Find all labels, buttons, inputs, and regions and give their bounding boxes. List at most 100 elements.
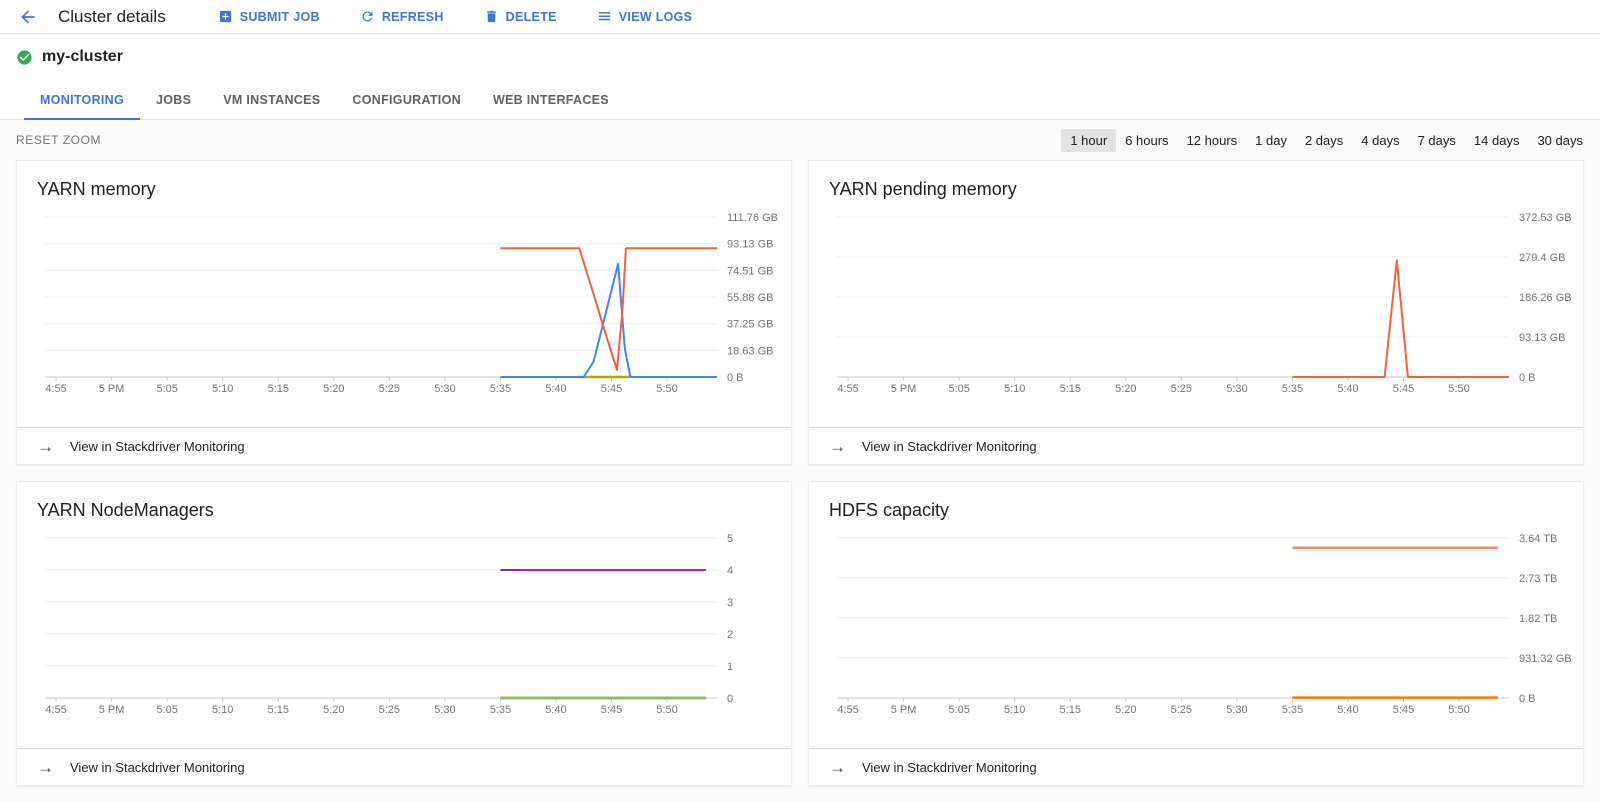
svg-text:4:55: 4:55 xyxy=(45,704,66,716)
svg-text:5:15: 5:15 xyxy=(1060,383,1081,395)
range-12-hours[interactable]: 12 hours xyxy=(1178,129,1247,152)
svg-text:5:45: 5:45 xyxy=(601,383,622,395)
svg-text:5:05: 5:05 xyxy=(156,383,177,395)
chart-card-yarn-memory: YARN memory111.76 GB93.13 GB74.51 GB55.8… xyxy=(16,160,792,465)
svg-text:5 PM: 5 PM xyxy=(891,383,917,395)
plus-square-icon xyxy=(218,9,233,24)
range-14-days[interactable]: 14 days xyxy=(1465,129,1529,152)
chart-title: YARN pending memory xyxy=(809,161,1583,203)
range-1-day[interactable]: 1 day xyxy=(1246,129,1296,152)
svg-text:5:20: 5:20 xyxy=(1115,704,1136,716)
cluster-name: my-cluster xyxy=(42,48,123,66)
range-4-days[interactable]: 4 days xyxy=(1352,129,1408,152)
page-title: Cluster details xyxy=(58,7,166,27)
stackdriver-link[interactable]: →View in Stackdriver Monitoring xyxy=(17,748,791,785)
arrow-right-icon: → xyxy=(829,438,846,455)
chart-canvas[interactable]: 5432104:555 PM5:055:105:155:205:255:305:… xyxy=(17,524,791,724)
svg-text:5:10: 5:10 xyxy=(1004,383,1025,395)
svg-text:0 B: 0 B xyxy=(1519,693,1536,705)
range-2-days[interactable]: 2 days xyxy=(1296,129,1352,152)
chart-canvas[interactable]: 111.76 GB93.13 GB74.51 GB55.88 GB37.25 G… xyxy=(17,203,791,403)
svg-text:5:20: 5:20 xyxy=(323,383,344,395)
svg-text:5:05: 5:05 xyxy=(948,704,969,716)
action-label: REFRESH xyxy=(382,10,444,24)
svg-text:5:25: 5:25 xyxy=(379,383,400,395)
svg-text:0 B: 0 B xyxy=(1519,372,1536,384)
app-header: Cluster details SUBMIT JOB REFRESH DELETE V… xyxy=(0,0,1600,34)
svg-text:5:15: 5:15 xyxy=(1060,704,1081,716)
arrow-right-icon: → xyxy=(37,759,54,776)
range-6-hours[interactable]: 6 hours xyxy=(1116,129,1177,152)
svg-text:4: 4 xyxy=(727,565,733,577)
action-label: SUBMIT JOB xyxy=(240,10,320,24)
refresh-button[interactable]: REFRESH xyxy=(360,9,444,24)
svg-text:5:50: 5:50 xyxy=(1448,383,1469,395)
svg-text:931.32 GB: 931.32 GB xyxy=(1519,653,1572,665)
svg-text:74.51 GB: 74.51 GB xyxy=(727,265,773,277)
stackdriver-link-label: View in Stackdriver Monitoring xyxy=(862,760,1037,775)
svg-text:5:45: 5:45 xyxy=(601,704,622,716)
svg-text:1: 1 xyxy=(727,661,733,673)
svg-text:2: 2 xyxy=(727,629,733,641)
svg-text:5:25: 5:25 xyxy=(1171,383,1192,395)
svg-text:5:20: 5:20 xyxy=(1115,383,1136,395)
range-1-hour[interactable]: 1 hour xyxy=(1061,129,1116,152)
time-range-selector: 1 hour6 hours12 hours1 day2 days4 days7 … xyxy=(1061,129,1592,152)
svg-text:5:40: 5:40 xyxy=(1337,383,1358,395)
arrow-right-icon: → xyxy=(829,759,846,776)
arrow-left-icon xyxy=(18,7,38,27)
svg-text:5:40: 5:40 xyxy=(545,383,566,395)
stackdriver-link[interactable]: → View in Stackdriver Monitoring xyxy=(809,427,1583,464)
svg-text:3.64 TB: 3.64 TB xyxy=(1519,533,1557,545)
action-label: VIEW LOGS xyxy=(619,10,693,24)
svg-text:5:30: 5:30 xyxy=(1226,704,1247,716)
svg-text:37.25 GB: 37.25 GB xyxy=(727,319,773,331)
cluster-header: my-cluster xyxy=(0,34,1600,80)
chart-canvas[interactable]: 372.53 GB279.4 GB186.26 GB93.13 GB0 B4:5… xyxy=(809,203,1583,403)
svg-text:5:30: 5:30 xyxy=(1226,383,1247,395)
svg-text:5:10: 5:10 xyxy=(212,383,233,395)
svg-text:5:15: 5:15 xyxy=(268,383,289,395)
chart-title: YARN NodeManagers xyxy=(17,482,791,524)
svg-text:5:10: 5:10 xyxy=(212,704,233,716)
reset-zoom-button[interactable]: RESET ZOOM xyxy=(16,133,101,147)
delete-button[interactable]: DELETE xyxy=(484,9,557,24)
svg-text:5:35: 5:35 xyxy=(1282,383,1303,395)
svg-text:5:35: 5:35 xyxy=(490,383,511,395)
svg-text:5:45: 5:45 xyxy=(1393,383,1414,395)
svg-text:5: 5 xyxy=(727,533,733,545)
tab-configuration[interactable]: CONFIGURATION xyxy=(336,80,477,119)
tab-monitoring[interactable]: MONITORING xyxy=(24,80,140,119)
chart-card-hdfs-capacity: HDFS capacity3.64 TB2.73 TB1.82 TB931.32… xyxy=(808,481,1584,786)
tab-jobs[interactable]: JOBS xyxy=(140,80,207,119)
header-actions: SUBMIT JOB REFRESH DELETE VIEW LOGS xyxy=(218,9,693,24)
refresh-icon xyxy=(360,9,375,24)
range-7-days[interactable]: 7 days xyxy=(1409,129,1465,152)
svg-text:55.88 GB: 55.88 GB xyxy=(727,292,773,304)
svg-text:5:45: 5:45 xyxy=(1393,704,1414,716)
trash-icon xyxy=(484,9,499,24)
stackdriver-link[interactable]: →View in Stackdriver Monitoring xyxy=(17,427,791,464)
svg-text:279.4 GB: 279.4 GB xyxy=(1519,252,1565,264)
tab-vm-instances[interactable]: VM INSTANCES xyxy=(207,80,336,119)
svg-text:0: 0 xyxy=(727,693,733,705)
view-logs-button[interactable]: VIEW LOGS xyxy=(597,9,693,24)
svg-text:372.53 GB: 372.53 GB xyxy=(1519,212,1572,224)
svg-text:18.63 GB: 18.63 GB xyxy=(727,345,773,357)
tab-web-interfaces[interactable]: WEB INTERFACES xyxy=(477,80,625,119)
svg-text:5:25: 5:25 xyxy=(1171,704,1192,716)
stackdriver-link-label: View in Stackdriver Monitoring xyxy=(862,439,1037,454)
svg-text:5:35: 5:35 xyxy=(490,704,511,716)
chart-canvas[interactable]: 3.64 TB2.73 TB1.82 TB931.32 GB0 B4:555 P… xyxy=(809,524,1583,724)
svg-text:3: 3 xyxy=(727,597,733,609)
submit-job-button[interactable]: SUBMIT JOB xyxy=(218,9,320,24)
chart-toolbar: RESET ZOOM 1 hour6 hours12 hours1 day2 d… xyxy=(0,120,1600,160)
svg-text:1.82 TB: 1.82 TB xyxy=(1519,613,1557,625)
svg-text:5:40: 5:40 xyxy=(1337,704,1358,716)
charts-grid: YARN memory111.76 GB93.13 GB74.51 GB55.8… xyxy=(0,160,1600,802)
stackdriver-link[interactable]: → View in Stackdriver Monitoring xyxy=(809,748,1583,785)
back-button[interactable] xyxy=(16,5,40,29)
app: Cluster details SUBMIT JOB REFRESH DELETE V… xyxy=(0,0,1600,802)
range-30-days[interactable]: 30 days xyxy=(1528,129,1592,152)
svg-text:5 PM: 5 PM xyxy=(99,704,125,716)
